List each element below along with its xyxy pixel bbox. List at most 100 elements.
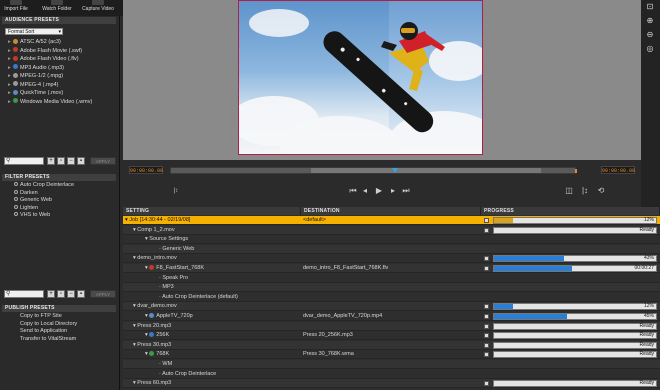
filter-apply-button[interactable]: APPLY xyxy=(90,290,116,298)
set-in-point-icon[interactable]: |↕ xyxy=(171,186,181,196)
queue-row[interactable]: ▾ 768K Press 30_768K.wma Ready xyxy=(123,350,660,360)
audience-preset-item[interactable]: ▸ QuickTime (.mov) xyxy=(8,89,63,97)
setting-cell: ▾ Press 20.mp3 xyxy=(133,322,171,331)
remove-preset-button[interactable]: − xyxy=(67,157,75,165)
setting-cell: ▾ F8_FastStart_768K xyxy=(145,264,204,273)
go-to-start-icon[interactable]: ⏮ xyxy=(348,186,358,196)
zoom-out-icon[interactable]: ⊖ xyxy=(645,30,655,40)
format-icon xyxy=(13,98,18,103)
format-icon xyxy=(13,47,18,52)
queue-row[interactable]: · WM xyxy=(123,360,660,369)
queue-row[interactable]: ▾ demo_intro.mov 43% xyxy=(123,254,660,264)
playhead-marker[interactable] xyxy=(392,168,398,173)
status-icon xyxy=(484,304,489,310)
duplicate-filter-button[interactable]: ▫ xyxy=(57,290,65,298)
audience-preset-item[interactable]: ▸ Windows Media Video (.wmv) xyxy=(8,98,92,106)
edit-preset-button[interactable]: ▪ xyxy=(77,157,85,165)
destination-column-header[interactable]: DESTINATION xyxy=(301,207,481,215)
timecode-out[interactable]: 00:00:00.00 xyxy=(601,166,635,174)
timecode-in[interactable]: 00:00:00.00 xyxy=(129,166,163,174)
destination-cell[interactable]: Press 20_256K.mp3 xyxy=(303,331,353,340)
queue-row[interactable]: · Speak Pro xyxy=(123,273,660,283)
setting-cell: · Auto Crop Deinterlace xyxy=(159,370,216,379)
filter-preset-item[interactable]: VHS to Web xyxy=(14,212,50,219)
publish-preset-item[interactable]: Copy to Local Directory xyxy=(20,321,77,328)
filter-search-input[interactable]: ⚲ xyxy=(4,290,44,298)
timeline-track[interactable] xyxy=(170,167,577,174)
filter-icon xyxy=(14,182,18,186)
audience-search-input[interactable]: ⚲ xyxy=(4,157,44,165)
split-view-icon[interactable]: ◫ xyxy=(564,186,574,196)
filter-preset-item[interactable]: Generic Web xyxy=(14,197,52,204)
remove-filter-button[interactable]: − xyxy=(67,290,75,298)
duplicate-preset-button[interactable]: ▫ xyxy=(57,157,65,165)
fit-to-window-icon[interactable]: ◎ xyxy=(645,44,655,54)
filter-preset-item[interactable]: Lighten xyxy=(14,204,39,212)
queue-row[interactable]: ▾ 256K Press 20_256K.mp3 Ready xyxy=(123,331,660,341)
step-forward-icon[interactable]: ▸ xyxy=(388,186,398,196)
crop-tool-icon[interactable]: ⊡ xyxy=(645,2,655,12)
format-sort-select[interactable]: Format Sort ▾ xyxy=(5,28,63,35)
destination-cell[interactable]: Press 30_768K.wma xyxy=(303,350,354,359)
progress-column-header[interactable]: PROGRESS xyxy=(481,207,660,215)
capture-video-icon xyxy=(92,0,104,5)
filter-preset-item[interactable]: Auto Crop Deinterlace xyxy=(14,182,74,189)
audience-preset-item[interactable]: ▸ ATSC A/52 (ac3) xyxy=(8,38,61,46)
zoom-in-icon[interactable]: ⊕ xyxy=(645,16,655,26)
audience-preset-item[interactable]: ▸ MP3 Audio (.mp3) xyxy=(8,64,64,72)
destination-cell[interactable]: <default> xyxy=(303,216,326,225)
setting-label: Press 60.mp3 xyxy=(137,380,172,387)
publish-preset-item[interactable]: Send to Application xyxy=(20,328,67,335)
progress-label: 00:00:27 xyxy=(634,265,654,271)
edit-filter-button[interactable]: ▪ xyxy=(77,290,85,298)
progress-bar: Ready xyxy=(493,380,657,388)
go-to-end-icon[interactable]: ⏭ xyxy=(401,186,411,196)
watch-folder-button[interactable]: Watch Folder xyxy=(42,0,72,16)
progress-fill xyxy=(494,256,564,262)
queue-row[interactable]: ▾ F8_FastStart_768K demo_intro_F8_FastSta… xyxy=(123,264,660,273)
progress-label: Ready xyxy=(639,351,654,358)
import-file-button[interactable]: Import File xyxy=(4,0,28,16)
queue-row[interactable]: ▾ dvar_demo.mov 12% xyxy=(123,302,660,312)
chevron-down-icon: ▾ xyxy=(58,29,61,35)
destination-cell[interactable]: dvar_demo_AppleTV_720p.mp4 xyxy=(303,312,382,321)
add-preset-button[interactable]: + xyxy=(47,157,55,165)
set-out-point-icon[interactable]: |↕ xyxy=(580,186,590,196)
loop-icon[interactable]: ⟲ xyxy=(596,186,606,196)
setting-column-header[interactable]: SETTING xyxy=(123,207,301,215)
play-button[interactable]: ▶ xyxy=(374,186,384,196)
progress-bar: 12% xyxy=(493,217,657,224)
audience-preset-item[interactable]: ▸ Adobe Flash Movie (.swf) xyxy=(8,47,82,55)
out-point-marker[interactable] xyxy=(575,169,577,173)
capture-video-button[interactable]: Capture Video xyxy=(80,0,116,16)
setting-cell: ▾ Source Settings xyxy=(145,235,188,244)
queue-row[interactable]: · Auto Crop Deinterlace xyxy=(123,369,660,379)
video-frame[interactable] xyxy=(238,0,483,155)
setting-cell: · WM xyxy=(159,360,172,369)
queue-row[interactable]: ▾ Press 30.mp3 Ready xyxy=(123,340,660,350)
format-icon xyxy=(149,331,155,337)
queue-row[interactable]: ▾ Press 60.mp3 Ready xyxy=(123,379,660,389)
queue-row[interactable]: · Generic Web xyxy=(123,244,660,254)
queue-row[interactable]: ▾ Press 20.mp3 Ready xyxy=(123,321,660,331)
queue-row[interactable]: ▾ Comp 1_2.mov Ready xyxy=(123,225,660,235)
audience-preset-item[interactable]: ▸ MPEG-1/2 (.mpg) xyxy=(8,72,63,80)
filter-preset-label: Lighten xyxy=(20,204,39,211)
filter-preset-item[interactable]: Darken xyxy=(14,189,38,197)
add-filter-button[interactable]: + xyxy=(47,290,55,298)
audience-preset-item[interactable]: ▸ Adobe Flash Video (.flv) xyxy=(8,55,79,63)
job-row[interactable]: ▾ Job [14:30:44 - 02/19/08] <default> 12% xyxy=(123,216,660,225)
audience-apply-button[interactable]: APPLY xyxy=(90,157,116,165)
queue-row[interactable]: · Auto Crop Deinterlace (default) xyxy=(123,292,660,302)
audience-preset-item[interactable]: ▸ MPEG-4 (.mp4) xyxy=(8,81,59,89)
publish-preset-item[interactable]: Copy to FTP Site xyxy=(20,313,62,320)
progress-bar: 00:00:27 xyxy=(493,265,657,272)
destination-cell[interactable]: demo_intro_F8_FastStart_768K.flv xyxy=(303,264,388,273)
setting-label: AppleTV_720p xyxy=(156,313,193,319)
queue-row[interactable]: ▾ AppleTV_720p dvar_demo_AppleTV_720p.mp4… xyxy=(123,312,660,321)
queue-row[interactable]: ▾ Source Settings xyxy=(123,235,660,245)
queue-row[interactable]: · MP3 xyxy=(123,283,660,293)
step-back-icon[interactable]: ◂ xyxy=(360,186,370,196)
publish-preset-item[interactable]: Transfer to VitalStream xyxy=(20,336,76,343)
work-area-range[interactable] xyxy=(311,168,541,173)
